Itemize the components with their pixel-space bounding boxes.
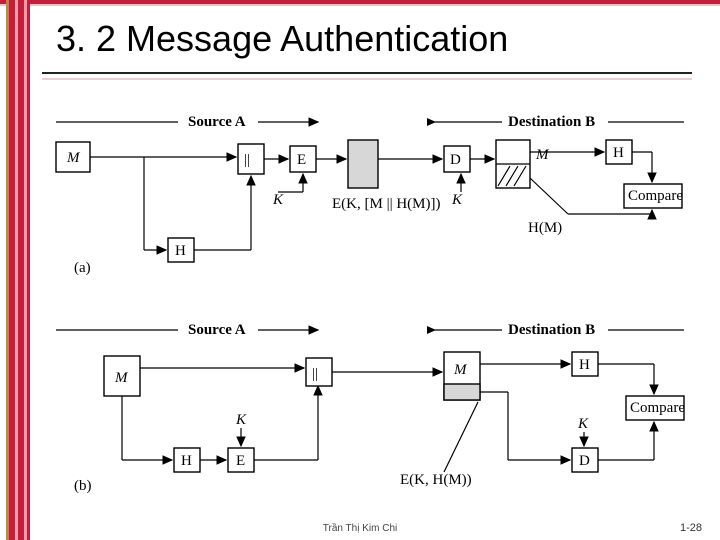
title-rule-dark bbox=[42, 72, 692, 74]
mid-rule-light bbox=[0, 4, 720, 6]
box-d: D bbox=[450, 152, 461, 168]
box-concat-b: || bbox=[312, 366, 318, 382]
box-d-right-b: D bbox=[579, 453, 590, 469]
box-h-left-b: H bbox=[181, 453, 192, 469]
box-m-left: M bbox=[66, 150, 81, 166]
label-hm: H(M) bbox=[528, 220, 562, 236]
box-h-right-b: H bbox=[579, 357, 590, 373]
box-m-left-b: M bbox=[114, 370, 129, 386]
diagram-a: Source A Destination B M || E K E(K, [M … bbox=[48, 104, 692, 284]
slide-accent-bar bbox=[6, 0, 30, 540]
box-concat: || bbox=[244, 152, 250, 168]
label-k-right-b: K bbox=[577, 416, 589, 432]
box-h-left: H bbox=[175, 243, 186, 259]
label-payload: E(K, [M || H(M)]) bbox=[332, 196, 440, 212]
label-dest-b-b: Destination B bbox=[508, 322, 595, 338]
footer-author: Trần Thị Kim Chi bbox=[0, 523, 720, 534]
slide-title: 3. 2 Message Authentication bbox=[56, 18, 508, 60]
diagram-b: Source A Destination B M H E K || M E(K,… bbox=[48, 312, 692, 502]
box-h-right: H bbox=[613, 145, 624, 161]
label-k-left: K bbox=[272, 192, 284, 208]
box-e-left-b: E bbox=[236, 453, 245, 469]
box-m-right-b: M bbox=[453, 362, 468, 378]
title-rule-light bbox=[42, 78, 692, 80]
label-k-left-b: K bbox=[235, 412, 247, 428]
label-source-a-b: Source A bbox=[188, 322, 246, 338]
label-k-right: K bbox=[451, 192, 463, 208]
box-m-right: M bbox=[535, 147, 550, 163]
footer-page: 1-28 bbox=[680, 522, 702, 534]
box-compare: Compare bbox=[628, 188, 683, 204]
label-source-a: Source A bbox=[188, 114, 246, 130]
box-compare-b: Compare bbox=[630, 400, 685, 416]
label-payload-b: E(K, H(M)) bbox=[400, 472, 472, 488]
label-dest-b: Destination B bbox=[508, 114, 595, 130]
diagram-a-label: (a) bbox=[74, 260, 91, 276]
box-e: E bbox=[297, 152, 306, 168]
diagram-b-label: (b) bbox=[74, 478, 92, 494]
